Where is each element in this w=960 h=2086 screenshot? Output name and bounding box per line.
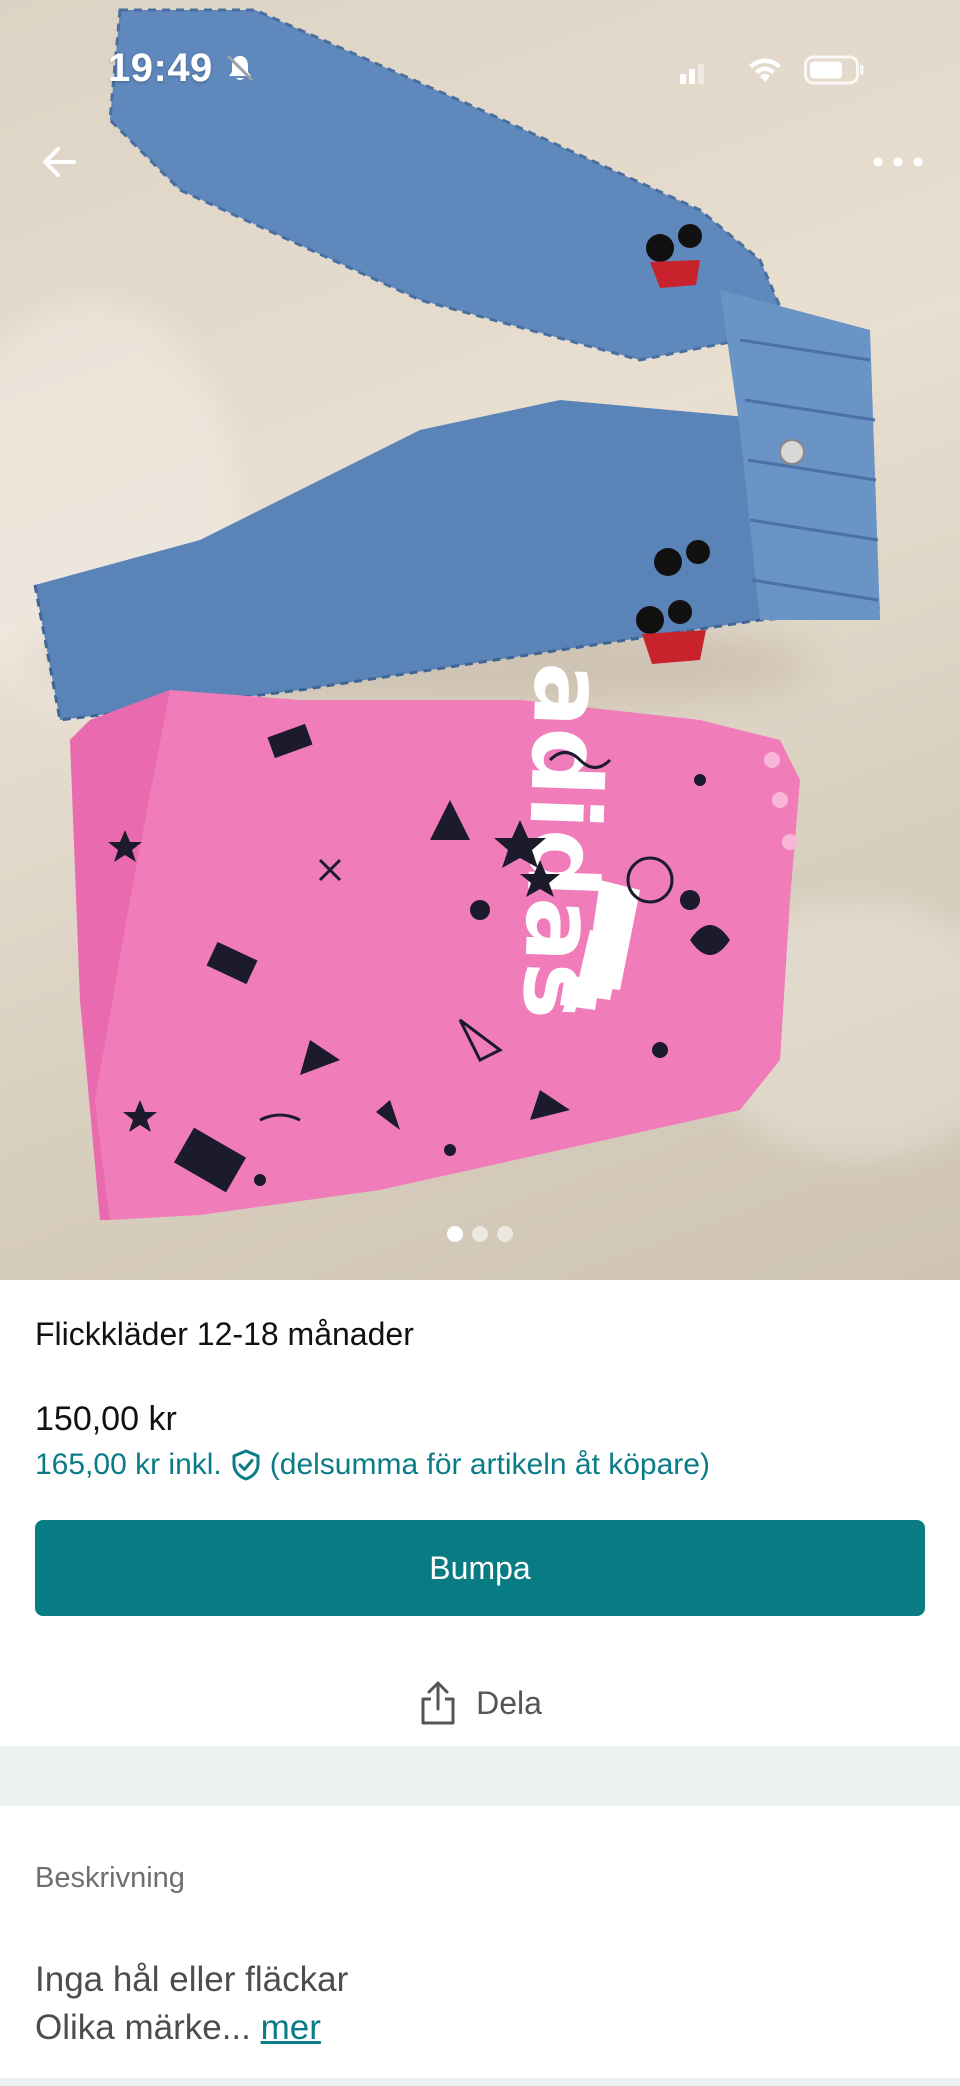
pagination-dot-active[interactable] [447, 1226, 463, 1242]
arrow-left-icon[interactable] [36, 136, 88, 188]
pagination-dot[interactable] [497, 1226, 513, 1242]
description-text: Inga hål eller fläckar Olika märke... me… [35, 1956, 348, 2052]
section-divider [0, 1746, 960, 1806]
description-line: Olika märke... mer [35, 2004, 348, 2052]
section-divider-bottom [0, 2078, 960, 2086]
listing-price: 150,00 kr [35, 1400, 177, 1438]
bump-button[interactable]: Bumpa [35, 1520, 925, 1616]
cellular-signal-icon [680, 64, 704, 84]
share-icon [421, 1681, 455, 1725]
share-label: Dela [476, 1684, 542, 1721]
battery-icon [804, 55, 864, 85]
description-line: Inga hål eller fläckar [35, 1960, 349, 1999]
status-time: 19:49 [108, 46, 213, 90]
price-incl-amount: 165,00 kr inkl. [35, 1448, 222, 1481]
bell-off-icon [226, 54, 254, 82]
description-line-text: Olika märke... [35, 2008, 251, 2047]
wifi-icon [749, 58, 781, 82]
price-incl-note: (delsumma för artikeln åt köpare) [269, 1448, 710, 1481]
buyer-price-info[interactable]: 165,00 kr inkl. (delsumma för artikeln å… [35, 1448, 710, 1482]
listing-photo[interactable]: adidas 19:49 [0, 0, 960, 1280]
read-more-link[interactable]: mer [261, 2008, 321, 2047]
more-horizontal-icon[interactable] [868, 148, 928, 176]
listing-title: Flickkläder 12-18 månader [35, 1316, 414, 1352]
shield-check-icon [232, 1449, 260, 1481]
gallery-pagination [0, 1226, 960, 1246]
pagination-dot[interactable] [472, 1226, 488, 1242]
share-button[interactable]: Dela [0, 1668, 960, 1738]
clothing-image: adidas [33, 8, 881, 1220]
description-heading: Beskrivning [35, 1862, 185, 1894]
status-bar: 19:49 [0, 0, 960, 120]
